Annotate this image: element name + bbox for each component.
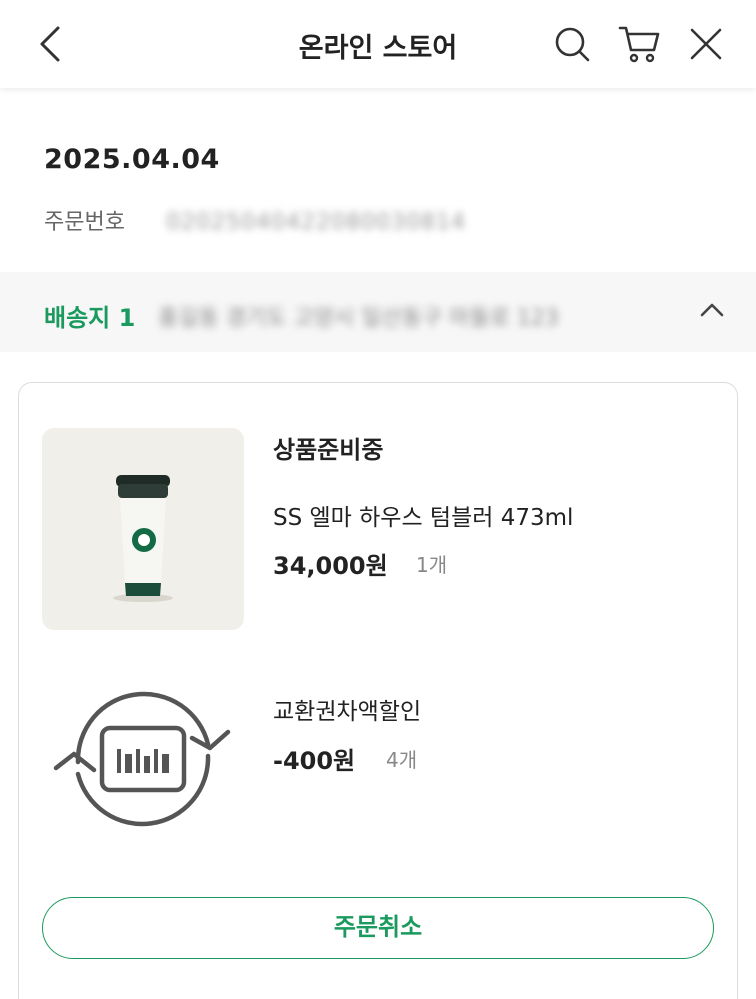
tumbler-icon (113, 475, 173, 602)
order-date: 2025.04.04 (44, 144, 220, 175)
close-icon (690, 28, 722, 60)
exchange-voucher-icon (48, 682, 238, 836)
discount-quantity: 4개 (386, 748, 418, 772)
discount-price: -400원 (273, 747, 356, 775)
chevron-up-icon (700, 303, 724, 317)
cart-icon (618, 26, 660, 63)
shipping-header[interactable]: 배송지 1 홍길동 경기도 고양시 일산동구 마들로 123 (0, 272, 756, 352)
item-status: 상품준비중 (273, 436, 384, 464)
order-number-row: 주문번호 02025040422080030814 (44, 204, 466, 236)
order-number-label: 주문번호 (44, 210, 125, 235)
search-icon (555, 27, 590, 62)
order-number-value: 02025040422080030814 (166, 210, 467, 235)
shipping-toggle[interactable] (698, 296, 726, 324)
item-name[interactable]: SS 엘마 하우스 텀블러 473ml (273, 498, 573, 532)
item-price: 34,000원 (273, 552, 388, 580)
top-bar: 온라인 스토어 (0, 0, 756, 88)
discount-name: 교환권차액할인 (273, 699, 422, 725)
shipping-label: 배송지 1 (44, 304, 136, 332)
item-quantity: 1개 (416, 553, 448, 577)
close-button[interactable] (684, 22, 728, 66)
cancel-order-button[interactable]: 주문취소 (42, 897, 714, 959)
shipping-address: 홍길동 경기도 고양시 일산동구 마들로 123 (158, 306, 559, 331)
search-button[interactable] (550, 22, 594, 66)
product-image[interactable] (42, 428, 244, 630)
cart-button[interactable] (616, 22, 662, 66)
order-info: 2025.04.04 주문번호 02025040422080030814 (44, 144, 465, 235)
